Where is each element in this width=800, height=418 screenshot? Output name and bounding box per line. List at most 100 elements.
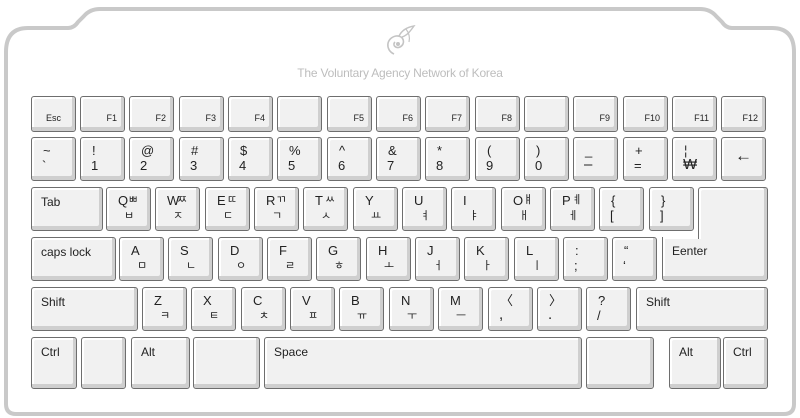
key-hanja[interactable] <box>193 337 260 389</box>
key-j[interactable]: Jㅓ <box>415 237 460 281</box>
key-0[interactable]: ) 0 <box>524 137 569 181</box>
key-2[interactable]: @2 <box>129 137 174 181</box>
key-l[interactable]: Lㅣ <box>514 237 559 281</box>
key-f9[interactable]: F9 <box>573 96 618 132</box>
key-base-char: ` <box>42 158 47 173</box>
key-y[interactable]: Yㅛ <box>353 187 398 231</box>
key-q[interactable]: Qㅃㅂ <box>106 187 151 231</box>
key-enter[interactable]: Eenter <box>662 237 768 281</box>
key-lshift[interactable]: Shift <box>31 287 138 331</box>
key-f10[interactable]: F10 <box>623 96 668 132</box>
key-rbracket[interactable]: }] <box>649 187 694 231</box>
key-f[interactable]: Fㄹ <box>267 237 312 281</box>
key-b[interactable]: Bㅠ <box>339 287 384 331</box>
key-f2[interactable]: F2 <box>129 96 174 132</box>
key-equals[interactable]: + = <box>623 137 668 181</box>
key-blank-2[interactable] <box>524 96 569 132</box>
key-c[interactable]: Cㅊ <box>241 287 286 331</box>
key-caps[interactable]: caps lock <box>31 237 116 281</box>
key-lwin[interactable] <box>81 337 126 389</box>
key-blank-1[interactable] <box>277 96 322 132</box>
key-esc[interactable]: Esc <box>31 96 76 132</box>
key-f7[interactable]: F7 <box>425 96 470 132</box>
key-backspace[interactable]: ← <box>721 137 766 181</box>
key-quote[interactable]: “‘ <box>612 237 657 281</box>
key-f3[interactable]: F3 <box>179 96 224 132</box>
key-shift-char: U <box>414 193 424 208</box>
key-shift-char: ? <box>598 293 606 308</box>
key-shift-char: T <box>315 193 323 208</box>
key-k[interactable]: Kㅏ <box>464 237 509 281</box>
key-shift-char: F <box>279 243 287 258</box>
key-f4[interactable]: F4 <box>228 96 273 132</box>
key-f12[interactable]: F12 <box>721 96 766 132</box>
key-f6[interactable]: F6 <box>376 96 421 132</box>
key-e[interactable]: Eㄸㄷ <box>205 187 250 231</box>
key-s[interactable]: Sㄴ <box>168 237 213 281</box>
key-w[interactable]: Wㅉㅈ <box>155 187 200 231</box>
key-r[interactable]: Rㄲㄱ <box>254 187 299 231</box>
key-label: F7 <box>451 113 462 123</box>
key-label: F2 <box>155 113 166 123</box>
key-8[interactable]: * 8 <box>425 137 470 181</box>
key-d[interactable]: Dㅇ <box>218 237 263 281</box>
key-base-char: = <box>634 158 642 173</box>
key-1[interactable]: ! 1 <box>80 137 125 181</box>
key-won[interactable]: ¦ ₩ <box>672 137 717 181</box>
key-hangul[interactable] <box>586 337 654 389</box>
key-x[interactable]: Xㅌ <box>191 287 236 331</box>
key-f11[interactable]: F11 <box>672 96 717 132</box>
key-hangul-shift: ㅒ <box>523 194 534 206</box>
key-4[interactable]: $4 <box>228 137 273 181</box>
key-base-char: 3 <box>190 158 198 173</box>
key-enter-upper[interactable] <box>698 187 768 239</box>
key-tab[interactable]: Tab <box>31 187 103 231</box>
key-f1[interactable]: F1 <box>80 96 125 132</box>
key-comma[interactable]: 〈, <box>488 287 533 331</box>
key-a[interactable]: Aㅁ <box>119 237 164 281</box>
key-ralt[interactable]: Alt <box>669 337 721 389</box>
key-f8[interactable]: F8 <box>475 96 520 132</box>
key-hangul: ㅍ <box>308 310 319 322</box>
key-label: F5 <box>353 113 364 123</box>
key-rshift[interactable]: Shift <box>636 287 768 331</box>
key-v[interactable]: Vㅍ <box>290 287 335 331</box>
key-hangul: ㅜ <box>407 310 418 322</box>
key-9[interactable]: (9 <box>475 137 520 181</box>
key-f5[interactable]: F5 <box>327 96 372 132</box>
key-base-char: , <box>499 306 504 323</box>
key-slash[interactable]: ? / <box>586 287 631 331</box>
key-shift-char: ( <box>487 143 492 158</box>
key-p[interactable]: Pㅖㅔ <box>550 187 595 231</box>
key-hangul: ㄹ <box>285 260 296 272</box>
key-lctrl[interactable]: Ctrl <box>31 337 77 389</box>
key-backtick[interactable]: ~ ` <box>31 137 76 181</box>
key-t[interactable]: Tㅆㅅ <box>303 187 348 231</box>
key-n[interactable]: Nㅜ <box>389 287 434 331</box>
key-base-char: 2 <box>140 158 148 173</box>
key-base-char: 4 <box>239 158 247 173</box>
key-h[interactable]: Hㅗ <box>366 237 411 281</box>
key-z[interactable]: Zㅋ <box>142 287 187 331</box>
key-5[interactable]: % 5 <box>277 137 322 181</box>
key-period[interactable]: 〉. <box>537 287 582 331</box>
key-shift-char: B <box>351 293 360 308</box>
key-hangul: ㅗ <box>384 260 395 272</box>
key-7[interactable]: & 7 <box>376 137 421 181</box>
key-minus[interactable]: _ – <box>573 137 618 181</box>
key-semicolon[interactable]: :; <box>563 237 608 281</box>
key-6[interactable]: ^ 6 <box>327 137 372 181</box>
key-shift-char: ^ <box>339 143 346 158</box>
key-u[interactable]: Uㅕ <box>402 187 447 231</box>
key-rctrl[interactable]: Ctrl <box>723 337 768 389</box>
key-lbracket[interactable]: {[ <box>599 187 644 231</box>
key-g[interactable]: Gㅎ <box>316 237 361 281</box>
key-o[interactable]: Oㅒㅐ <box>501 187 546 231</box>
key-shift-char: # <box>191 143 199 158</box>
key-3[interactable]: #3 <box>179 137 224 181</box>
key-lalt[interactable]: Alt <box>131 337 190 389</box>
key-m[interactable]: Mㅡ <box>438 287 483 331</box>
key-i[interactable]: Iㅑ <box>451 187 496 231</box>
key-space[interactable]: Space <box>264 337 582 389</box>
key-shift-char: Z <box>154 293 162 308</box>
